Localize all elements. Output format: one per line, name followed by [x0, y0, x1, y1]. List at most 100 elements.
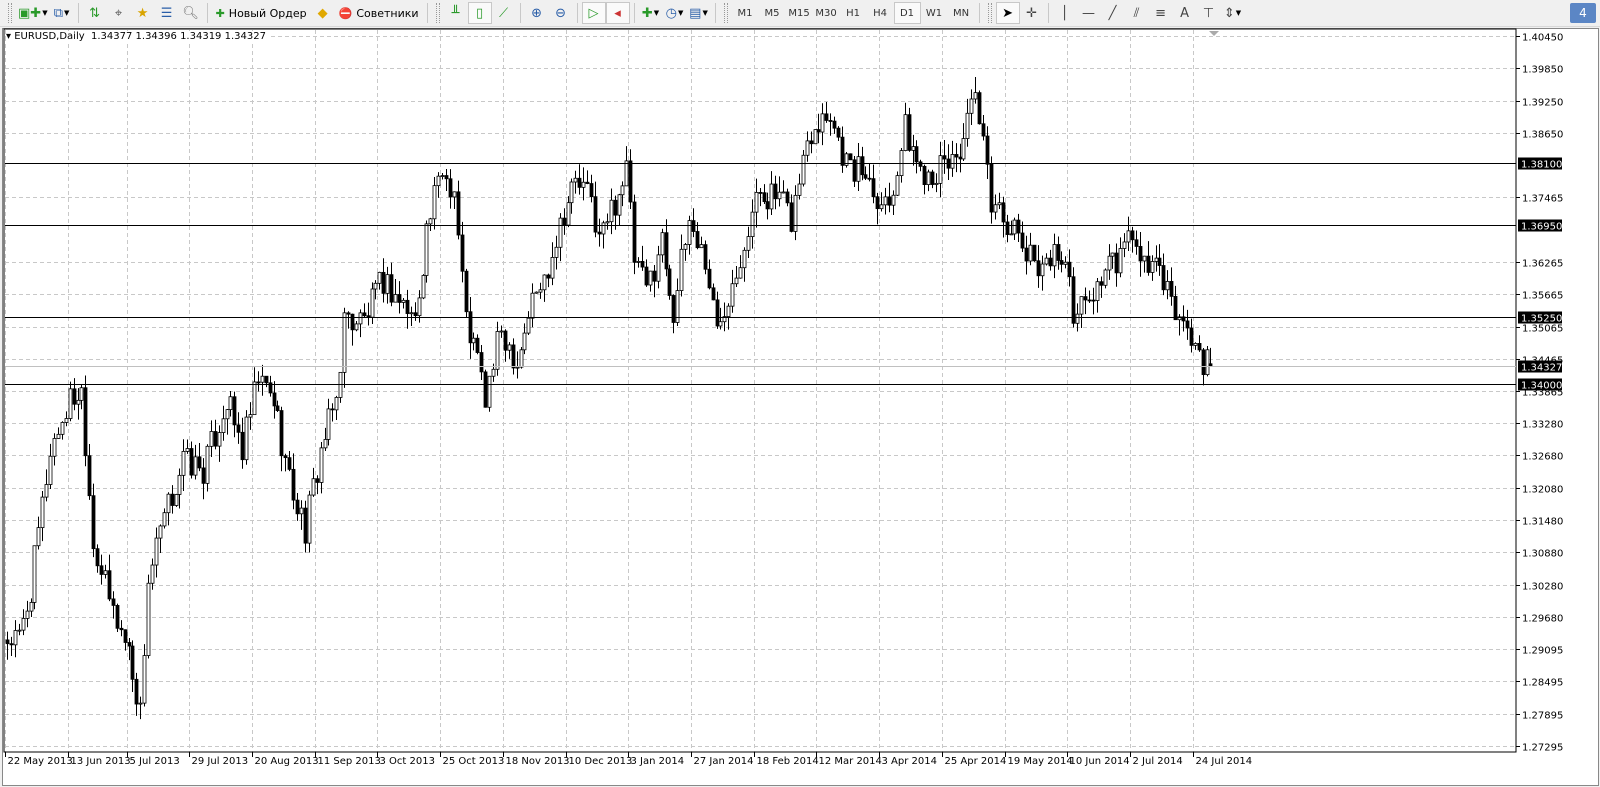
candle-bull [1095, 281, 1100, 301]
candle-bull [754, 192, 759, 213]
price-axis-label: 1.29680 [1522, 614, 1563, 625]
candle-bull [617, 194, 622, 216]
candle-bull [138, 702, 143, 705]
candle-bull [805, 140, 810, 156]
candle-bull [370, 288, 375, 318]
candle-bear [483, 371, 488, 408]
chart-title: ▾ EURUSD,Daily 1.34377 1.34396 1.34319 1… [6, 31, 269, 42]
candle-bull [491, 368, 496, 377]
candle-bull [969, 98, 974, 114]
candle-bull [32, 545, 37, 603]
candle-bull [742, 249, 747, 269]
candle-bear [546, 274, 551, 279]
candle-bull [797, 183, 802, 196]
candle-bull [820, 113, 825, 133]
candle-bull [185, 448, 190, 452]
candle-bear [695, 231, 700, 249]
candle-bear [448, 178, 453, 198]
candle-bull [13, 630, 18, 646]
candle-bear [887, 196, 892, 206]
candle-bear [123, 629, 128, 643]
candle-bull [21, 617, 26, 631]
candle-bull [636, 260, 641, 263]
candle-bear [444, 175, 449, 180]
candle-bull [750, 211, 755, 237]
candle-bull [17, 629, 22, 632]
candle-bull [769, 183, 774, 210]
candle-bear [671, 295, 676, 323]
candle-bear [287, 457, 292, 470]
candle-bull [1154, 257, 1159, 262]
candle-bull [1009, 233, 1014, 236]
candle-bull [193, 456, 198, 476]
candle-bear [189, 448, 194, 476]
candle-bull [730, 283, 735, 307]
date-axis-label: 12 Mar 2014 [819, 756, 882, 767]
candle-bear [628, 160, 633, 203]
candle-bull [624, 160, 629, 187]
price-axis-label: 1.39850 [1522, 65, 1563, 76]
candle-bull [1079, 296, 1084, 315]
candle-bull [950, 154, 955, 169]
candle-bull [40, 496, 45, 529]
candle-bull [244, 416, 249, 461]
candle-bear [72, 388, 77, 405]
candle-bear [111, 598, 116, 606]
candle-bull [542, 274, 547, 291]
date-axis-label: 19 May 2014 [1008, 756, 1073, 767]
level-price-label: 1.36950 [1521, 222, 1562, 233]
candle-bull [181, 451, 186, 476]
candle-bull [515, 366, 520, 369]
candle-bull [699, 244, 704, 249]
candle-bear [91, 495, 96, 550]
candle-bull [1193, 343, 1198, 346]
candle-bear [1091, 299, 1096, 302]
price-axis-label: 1.40450 [1522, 33, 1563, 44]
candle-bull [248, 414, 253, 418]
candle-bear [922, 165, 927, 186]
price-chart[interactable]: 1.40450 1.39850 1.39250 1.38650 1.37465 1.362… [0, 0, 1600, 787]
candle-bear [413, 312, 418, 317]
candle-bear [95, 548, 100, 567]
candle-bull [36, 527, 41, 547]
candle-bear [240, 431, 245, 461]
candle-bear [809, 140, 814, 145]
candle-bull [228, 396, 233, 411]
candle-bear [758, 192, 763, 194]
candle-bull [660, 232, 665, 256]
candle-bear [562, 217, 567, 226]
candle-bull [895, 175, 900, 196]
candle-bear [832, 120, 837, 129]
candle-bull [354, 323, 359, 331]
candle-bear [275, 405, 280, 411]
candle-bull [471, 337, 476, 344]
date-axis-label: 10 Jun 2014 [1070, 756, 1130, 767]
candle-bull [883, 196, 888, 206]
candle-bull [225, 409, 230, 420]
candle-bear [593, 196, 598, 233]
candle-bull [319, 447, 324, 483]
candle-bear [1024, 247, 1029, 262]
candle-bear [264, 375, 269, 384]
date-axis-label: 3 Oct 2013 [380, 756, 435, 767]
candle-bull [209, 431, 214, 447]
candle-bull [1103, 269, 1108, 286]
candle-bear [201, 467, 206, 484]
candle-bear [981, 123, 986, 137]
candle-bull [938, 155, 943, 184]
candle-bear [613, 199, 618, 216]
candle-bull [1110, 252, 1115, 257]
candle-bear [1001, 202, 1006, 223]
candle-bull [926, 171, 931, 186]
date-axis-label: 13 Jun 2013 [71, 756, 131, 767]
candle-bull [1126, 230, 1131, 243]
candle-bull [683, 244, 688, 250]
candle-bull [432, 185, 437, 220]
candle-bear [871, 178, 876, 198]
candle-bull [48, 455, 53, 485]
candle-bull [993, 204, 998, 213]
candle-bull [507, 344, 512, 351]
candle-bull [154, 537, 159, 566]
candle-bear [475, 337, 480, 353]
candle-bear [942, 155, 947, 160]
